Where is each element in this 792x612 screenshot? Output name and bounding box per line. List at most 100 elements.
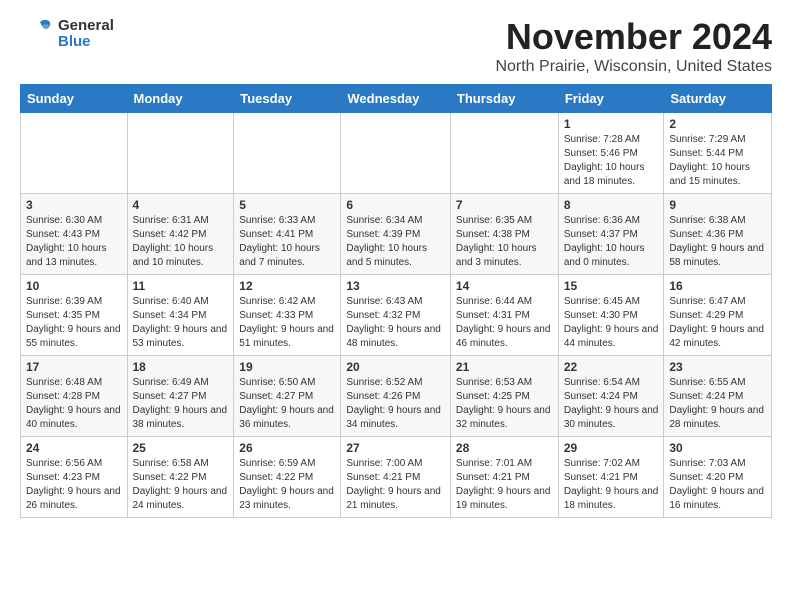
day-detail: Sunrise: 6:44 AM Sunset: 4:31 PM Dayligh… <box>456 295 553 351</box>
calendar-cell: 17 Sunrise: 6:48 AM Sunset: 4:28 PM Dayli… <box>21 356 128 437</box>
title-area: November 2024 North Prairie, Wisconsin, … <box>495 16 772 76</box>
day-number: 17 <box>26 360 122 374</box>
day-detail: Sunrise: 6:45 AM Sunset: 4:30 PM Dayligh… <box>564 295 659 351</box>
day-number: 12 <box>239 279 335 293</box>
day-number: 13 <box>346 279 445 293</box>
calendar-cell: 30Sunrise: 7:03 AM Sunset: 4:20 PM Dayli… <box>664 437 772 518</box>
day-detail: Sunrise: 7:00 AM Sunset: 4:21 PM Dayligh… <box>346 457 445 513</box>
day-number: 5 <box>239 198 335 212</box>
calendar-cell: 2Sunrise: 7:29 AM Sunset: 5:44 PM Daylig… <box>664 113 772 194</box>
day-number: 7 <box>456 198 553 212</box>
calendar-cell: 20Sunrise: 6:52 AM Sunset: 4:26 PM Dayli… <box>341 356 451 437</box>
day-detail: Sunrise: 7:28 AM Sunset: 5:46 PM Dayligh… <box>564 133 659 189</box>
calendar-cell: 22Sunrise: 6:54 AM Sunset: 4:24 PM Dayli… <box>558 356 664 437</box>
day-number: 9 <box>669 198 766 212</box>
calendar-cell: 5 Sunrise: 6:33 AM Sunset: 4:41 PM Daylig… <box>234 194 341 275</box>
day-number: 14 <box>456 279 553 293</box>
calendar-week-5: 24 Sunrise: 6:56 AM Sunset: 4:23 PM Dayli… <box>21 437 772 518</box>
day-number: 16 <box>669 279 766 293</box>
calendar-cell <box>127 113 234 194</box>
calendar-cell: 27 Sunrise: 7:00 AM Sunset: 4:21 PM Dayli… <box>341 437 451 518</box>
page-container: General Blue November 2024 North Prairie… <box>0 0 792 534</box>
day-detail: Sunrise: 6:49 AM Sunset: 4:27 PM Dayligh… <box>133 376 229 432</box>
calendar-cell: 21Sunrise: 6:53 AM Sunset: 4:25 PM Dayli… <box>450 356 558 437</box>
calendar-week-4: 17 Sunrise: 6:48 AM Sunset: 4:28 PM Dayli… <box>21 356 772 437</box>
calendar-cell <box>21 113 128 194</box>
day-detail: Sunrise: 6:54 AM Sunset: 4:24 PM Dayligh… <box>564 376 659 432</box>
calendar-week-1: 1 Sunrise: 7:28 AM Sunset: 5:46 PM Daylig… <box>21 113 772 194</box>
calendar-header-monday: Monday <box>127 85 234 113</box>
day-detail: Sunrise: 7:02 AM Sunset: 4:21 PM Dayligh… <box>564 457 659 513</box>
calendar-cell: 23Sunrise: 6:55 AM Sunset: 4:24 PM Dayli… <box>664 356 772 437</box>
day-detail: Sunrise: 6:40 AM Sunset: 4:34 PM Dayligh… <box>133 295 229 351</box>
calendar-cell <box>341 113 451 194</box>
logo-wrapper: General Blue <box>20 16 114 52</box>
day-number: 6 <box>346 198 445 212</box>
calendar-header-friday: Friday <box>558 85 664 113</box>
calendar-cell: 19 Sunrise: 6:50 AM Sunset: 4:27 PM Dayli… <box>234 356 341 437</box>
calendar-header-row: SundayMondayTuesdayWednesdayThursdayFrid… <box>21 85 772 113</box>
calendar-cell: 14 Sunrise: 6:44 AM Sunset: 4:31 PM Dayli… <box>450 275 558 356</box>
calendar-cell <box>234 113 341 194</box>
calendar-cell: 7 Sunrise: 6:35 AM Sunset: 4:38 PM Daylig… <box>450 194 558 275</box>
calendar-cell: 8Sunrise: 6:36 AM Sunset: 4:37 PM Daylig… <box>558 194 664 275</box>
day-detail: Sunrise: 6:42 AM Sunset: 4:33 PM Dayligh… <box>239 295 335 351</box>
day-number: 4 <box>133 198 229 212</box>
day-number: 18 <box>133 360 229 374</box>
day-detail: Sunrise: 6:58 AM Sunset: 4:22 PM Dayligh… <box>133 457 229 513</box>
calendar-header-thursday: Thursday <box>450 85 558 113</box>
day-number: 3 <box>26 198 122 212</box>
day-detail: Sunrise: 6:47 AM Sunset: 4:29 PM Dayligh… <box>669 295 766 351</box>
logo: General Blue <box>20 16 114 52</box>
calendar-cell: 25 Sunrise: 6:58 AM Sunset: 4:22 PM Dayli… <box>127 437 234 518</box>
day-detail: Sunrise: 6:56 AM Sunset: 4:23 PM Dayligh… <box>26 457 122 513</box>
day-number: 30 <box>669 441 766 455</box>
day-number: 29 <box>564 441 659 455</box>
day-number: 24 <box>26 441 122 455</box>
day-detail: Sunrise: 6:59 AM Sunset: 4:22 PM Dayligh… <box>239 457 335 513</box>
calendar-cell: 26 Sunrise: 6:59 AM Sunset: 4:22 PM Dayli… <box>234 437 341 518</box>
day-number: 28 <box>456 441 553 455</box>
calendar-cell: 10 Sunrise: 6:39 AM Sunset: 4:35 PM Dayli… <box>21 275 128 356</box>
calendar-header-tuesday: Tuesday <box>234 85 341 113</box>
calendar-cell: 12 Sunrise: 6:42 AM Sunset: 4:33 PM Dayli… <box>234 275 341 356</box>
logo-line2: Blue <box>58 34 114 51</box>
day-detail: Sunrise: 6:55 AM Sunset: 4:24 PM Dayligh… <box>669 376 766 432</box>
day-detail: Sunrise: 6:30 AM Sunset: 4:43 PM Dayligh… <box>26 214 122 270</box>
calendar-cell: 1 Sunrise: 7:28 AM Sunset: 5:46 PM Daylig… <box>558 113 664 194</box>
calendar-week-3: 10 Sunrise: 6:39 AM Sunset: 4:35 PM Dayli… <box>21 275 772 356</box>
day-number: 26 <box>239 441 335 455</box>
day-number: 20 <box>346 360 445 374</box>
day-detail: Sunrise: 6:31 AM Sunset: 4:42 PM Dayligh… <box>133 214 229 270</box>
day-detail: Sunrise: 6:33 AM Sunset: 4:41 PM Dayligh… <box>239 214 335 270</box>
day-number: 27 <box>346 441 445 455</box>
day-number: 11 <box>133 279 229 293</box>
header: General Blue November 2024 North Prairie… <box>20 16 772 76</box>
day-number: 25 <box>133 441 229 455</box>
calendar-cell: 15Sunrise: 6:45 AM Sunset: 4:30 PM Dayli… <box>558 275 664 356</box>
day-detail: Sunrise: 6:50 AM Sunset: 4:27 PM Dayligh… <box>239 376 335 432</box>
calendar-table: SundayMondayTuesdayWednesdayThursdayFrid… <box>20 84 772 518</box>
day-number: 10 <box>26 279 122 293</box>
day-detail: Sunrise: 7:01 AM Sunset: 4:21 PM Dayligh… <box>456 457 553 513</box>
day-number: 19 <box>239 360 335 374</box>
day-detail: Sunrise: 6:48 AM Sunset: 4:28 PM Dayligh… <box>26 376 122 432</box>
calendar-cell: 9Sunrise: 6:38 AM Sunset: 4:36 PM Daylig… <box>664 194 772 275</box>
main-title: November 2024 <box>495 16 772 58</box>
day-detail: Sunrise: 6:39 AM Sunset: 4:35 PM Dayligh… <box>26 295 122 351</box>
calendar-cell: 4 Sunrise: 6:31 AM Sunset: 4:42 PM Daylig… <box>127 194 234 275</box>
calendar-cell: 6Sunrise: 6:34 AM Sunset: 4:39 PM Daylig… <box>341 194 451 275</box>
calendar-cell: 16 Sunrise: 6:47 AM Sunset: 4:29 PM Dayli… <box>664 275 772 356</box>
calendar-cell <box>450 113 558 194</box>
calendar-cell: 3 Sunrise: 6:30 AM Sunset: 4:43 PM Daylig… <box>21 194 128 275</box>
subtitle: North Prairie, Wisconsin, United States <box>495 58 772 76</box>
day-detail: Sunrise: 6:35 AM Sunset: 4:38 PM Dayligh… <box>456 214 553 270</box>
calendar-header-wednesday: Wednesday <box>341 85 451 113</box>
day-detail: Sunrise: 6:53 AM Sunset: 4:25 PM Dayligh… <box>456 376 553 432</box>
day-detail: Sunrise: 6:36 AM Sunset: 4:37 PM Dayligh… <box>564 214 659 270</box>
calendar-cell: 28 Sunrise: 7:01 AM Sunset: 4:21 PM Dayli… <box>450 437 558 518</box>
calendar-cell: 13Sunrise: 6:43 AM Sunset: 4:32 PM Dayli… <box>341 275 451 356</box>
day-number: 1 <box>564 117 659 131</box>
calendar-cell: 29 Sunrise: 7:02 AM Sunset: 4:21 PM Dayli… <box>558 437 664 518</box>
calendar-header-sunday: Sunday <box>21 85 128 113</box>
